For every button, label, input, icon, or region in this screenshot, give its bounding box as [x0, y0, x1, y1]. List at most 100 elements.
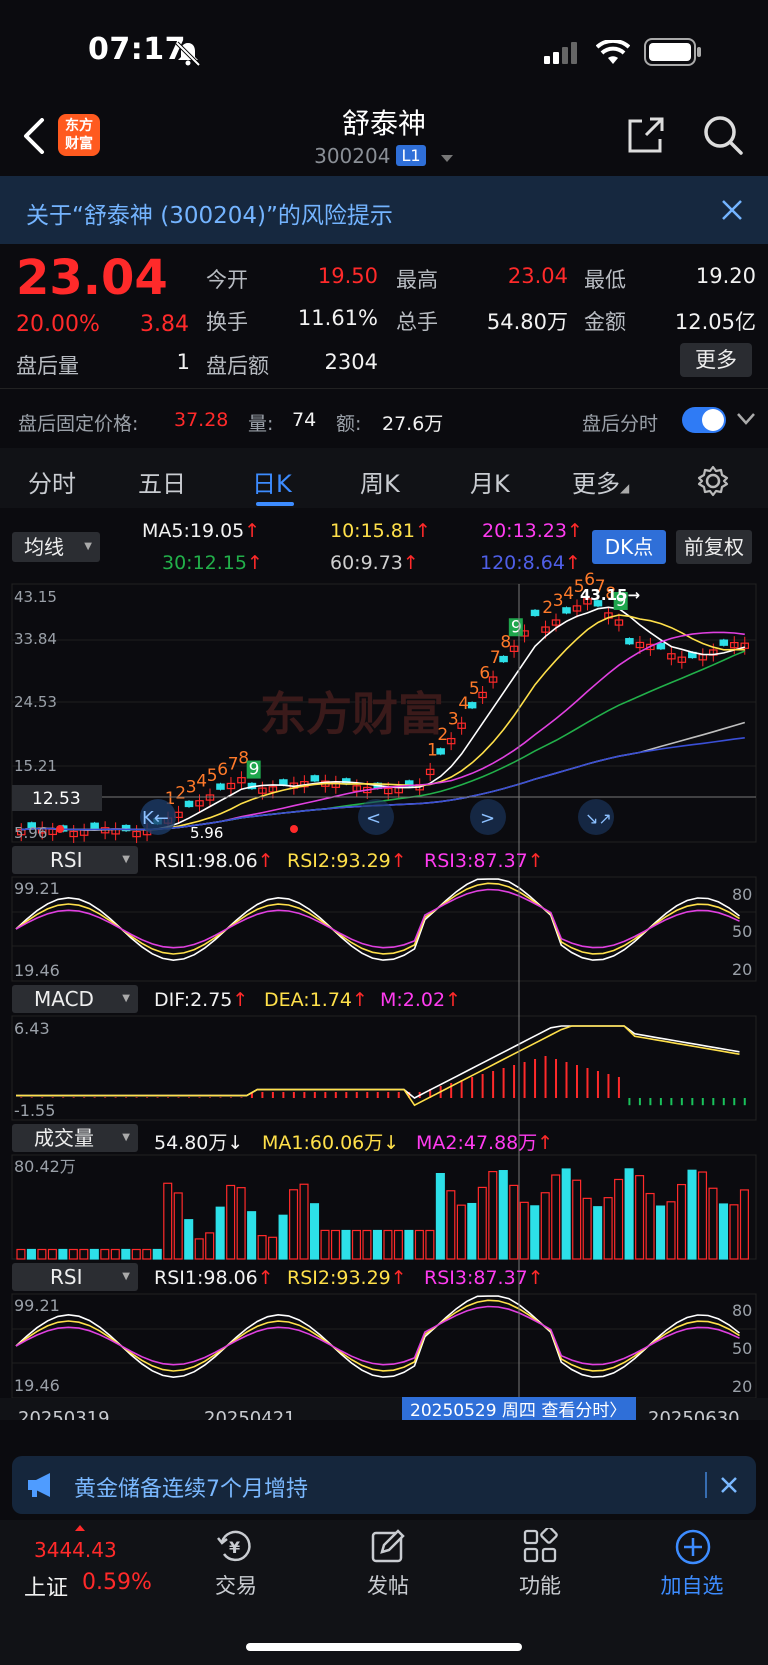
rsi2-panel-rsi2-text: RSI2:93.29	[287, 1267, 391, 1289]
volume-bar	[414, 1229, 424, 1260]
macd-dif-value: DIF:2.75↑	[154, 989, 249, 1011]
volume-bar	[289, 1189, 299, 1260]
rsi2-y-top: 99.21	[14, 1296, 60, 1315]
volume-bar	[330, 1229, 341, 1260]
candle-body	[499, 655, 508, 663]
kline-chart[interactable]: 东方财富 1 2 3 4 5 6 7 891234567892 3 4 5 6 7 8 9 43.15 33…	[0, 0, 768, 1420]
candle-body	[279, 779, 288, 786]
rsi-lines	[15, 878, 740, 962]
volume-bar	[58, 1248, 68, 1260]
rsi3-text: RSI3:87.37	[424, 850, 528, 872]
volume-bar	[16, 1248, 26, 1260]
macd-m-text: M:2.02	[380, 989, 446, 1011]
volume-bar	[729, 1204, 739, 1260]
volume-bar	[226, 1184, 236, 1260]
candle-body	[530, 609, 540, 617]
rsi1-text: RSI1:98.06	[154, 850, 258, 872]
volume-bar	[656, 1205, 666, 1260]
td-label: 7	[490, 648, 501, 668]
rsi2-level-20: 20	[732, 1377, 752, 1396]
volume-selector[interactable]: 成交量 ▼	[12, 1124, 138, 1152]
megaphone-icon	[28, 1473, 50, 1497]
macd-y-bottom: -1.55	[14, 1101, 55, 1120]
index-value[interactable]: 3444.43	[34, 1538, 117, 1562]
volume-bar	[519, 1201, 529, 1260]
volume-bar	[152, 1248, 162, 1260]
volume-bar	[645, 1192, 655, 1260]
rsi2-level-50: 50	[732, 1339, 752, 1358]
td-label: 3	[553, 591, 564, 611]
td-label: 9	[249, 760, 260, 780]
volume-selector-label: 成交量	[34, 1126, 94, 1150]
nav-post[interactable]: 发帖	[338, 1570, 438, 1600]
rsi-level-20: 20	[732, 960, 752, 979]
volume-bar	[624, 1168, 634, 1260]
td-label: 1	[427, 740, 438, 760]
trade-yen-icon[interactable]: ¥	[216, 1528, 256, 1564]
volume-bar	[572, 1179, 582, 1260]
volume-bar	[278, 1214, 288, 1260]
td-label: 4	[196, 772, 207, 792]
volume-bar	[89, 1248, 99, 1260]
nav-function[interactable]: 功能	[490, 1570, 590, 1600]
candle-body	[719, 639, 729, 646]
signal-dot	[290, 825, 298, 833]
td-label: 2	[175, 783, 186, 803]
rsi2-text: RSI2:93.29	[287, 850, 391, 872]
volume-bar	[593, 1206, 603, 1260]
macd-y-top: 6.43	[14, 1019, 50, 1038]
index-change[interactable]: 0.59%	[82, 1570, 152, 1595]
volume-bar	[310, 1203, 320, 1260]
volume-bar	[708, 1187, 718, 1260]
td-label: 4	[458, 694, 469, 714]
volume-bar	[110, 1248, 120, 1260]
macd-lines	[16, 1025, 746, 1107]
volume-bar	[498, 1170, 508, 1260]
candle-body	[625, 638, 634, 645]
volume-bar	[320, 1229, 330, 1260]
td-label: 6	[479, 663, 490, 683]
macd-selector[interactable]: MACD ▼	[12, 985, 138, 1013]
function-grid-icon[interactable]	[522, 1528, 558, 1564]
volume-bar	[446, 1190, 456, 1260]
candle-body	[90, 822, 99, 829]
volume-bar	[37, 1248, 47, 1260]
nav-add-watchlist[interactable]: 加自选	[642, 1570, 742, 1600]
add-watchlist-icon[interactable]	[674, 1528, 712, 1566]
rsi-y-bottom: 19.46	[14, 961, 60, 980]
rsi2-y-bottom: 19.46	[14, 1376, 60, 1395]
td-label: 2	[542, 598, 553, 618]
macd-dea-value: DEA:1.74↑	[264, 989, 368, 1011]
crosshair-price: 12.53	[32, 789, 81, 809]
nav-trade[interactable]: 交易	[186, 1570, 286, 1600]
volume-bars	[16, 1168, 749, 1260]
candle-body	[184, 800, 194, 808]
rsi2-frame	[11, 1293, 757, 1399]
volume-bar	[299, 1183, 309, 1260]
news-text[interactable]: 黄金储备连续7个月增持	[74, 1471, 308, 1503]
volume-bar	[173, 1192, 183, 1260]
macd-dea-text: DEA:1.74	[264, 989, 353, 1011]
volume-ma1-text: MA1:60.06万	[262, 1132, 384, 1154]
post-edit-icon[interactable]	[370, 1528, 406, 1564]
volume-ma2-value: MA2:47.88万↑	[416, 1132, 554, 1154]
macd-selector-label: MACD	[34, 987, 94, 1011]
td-label: 5	[469, 679, 480, 699]
rsi3-value: RSI3:87.37↑	[424, 850, 544, 872]
rsi-selector[interactable]: RSI ▼	[12, 846, 138, 874]
volume-bar	[530, 1205, 540, 1260]
td-label: 7	[228, 754, 239, 774]
signal-dot	[56, 825, 64, 833]
volume-bar	[26, 1248, 36, 1260]
rsi2-selector[interactable]: RSI ▼	[12, 1263, 138, 1291]
scroll-left-arrow: K←	[142, 808, 169, 829]
volume-ma1-value: MA1:60.06万↓	[262, 1132, 400, 1154]
crosshair-date[interactable]: 20250529 周四 查看分时〉	[410, 1401, 626, 1420]
td-label: 6	[217, 760, 228, 780]
td-label: 2	[437, 725, 448, 745]
index-name[interactable]: 上证	[24, 1570, 68, 1602]
volume-bar	[404, 1229, 414, 1260]
news-close-icon[interactable]	[720, 1476, 738, 1494]
volume-bar	[435, 1172, 445, 1260]
volume-bar	[477, 1186, 487, 1260]
